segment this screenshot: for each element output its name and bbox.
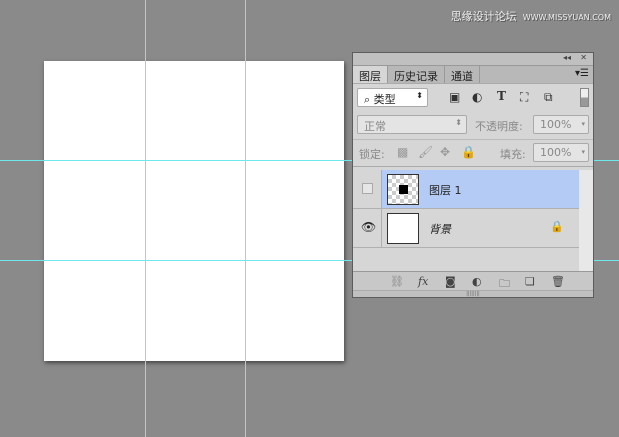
scrollbar[interactable]: [579, 170, 593, 271]
guide-vertical[interactable]: [145, 0, 146, 437]
panel-tabs: 图层 历史记录 通道 ▾☰: [353, 66, 593, 84]
eye-icon: 👁: [361, 220, 377, 234]
lock-all-icon[interactable]: 🔒: [461, 145, 476, 159]
chevron-down-icon[interactable]: ▾: [581, 148, 585, 156]
opacity-label: 不透明度:: [475, 120, 523, 133]
adjustment-filter-icon[interactable]: ◐: [472, 90, 482, 104]
lock-move-icon[interactable]: ✥: [440, 145, 450, 159]
opacity-field[interactable]: 100% ▾: [533, 115, 589, 134]
layer-row-layer1[interactable]: 图层 1: [353, 170, 579, 209]
layer-row-background[interactable]: 👁 背景 🔒: [353, 209, 579, 248]
opacity-value: 100%: [540, 118, 572, 131]
panel-footer: ⛓ fx ◙ ◐ 🗀 ❏ 🗑: [353, 271, 593, 291]
close-icon[interactable]: ✕: [580, 53, 587, 62]
layer-name[interactable]: 图层 1: [429, 182, 462, 198]
text-filter-icon[interactable]: T: [497, 89, 506, 103]
tab-layers[interactable]: 图层: [353, 66, 388, 83]
lock-transparent-icon[interactable]: ▩: [397, 145, 408, 159]
shape-filter-icon[interactable]: ⛶: [520, 90, 528, 105]
lock-paint-icon[interactable]: 🖌: [418, 145, 433, 159]
fx-icon[interactable]: fx: [418, 275, 428, 288]
add-mask-icon[interactable]: ◙: [445, 275, 456, 288]
layer-thumbnail: [387, 174, 419, 205]
visibility-toggle[interactable]: 👁: [353, 209, 382, 247]
panel-header: ◂◂ ✕: [353, 53, 593, 66]
new-layer-icon[interactable]: ❏: [525, 275, 535, 288]
adjustment-layer-icon[interactable]: ◐: [472, 275, 482, 288]
tab-history[interactable]: 历史记录: [388, 66, 445, 83]
lock-icon: 🔒: [550, 220, 564, 233]
layer-thumbnail: [387, 213, 419, 244]
trash-icon[interactable]: 🗑: [551, 275, 565, 288]
chevron-down-icon[interactable]: ▾: [581, 120, 585, 128]
updown-icon: ⬍: [416, 91, 423, 100]
guide-vertical[interactable]: [245, 0, 246, 437]
blend-mode-value: 正常: [364, 120, 386, 133]
panel-menu-icon[interactable]: ▾☰: [575, 68, 589, 79]
watermark-url: WWW.MISSYUAN.COM: [522, 13, 611, 22]
layers-panel: ◂◂ ✕ 图层 历史记录 通道 ▾☰ ⌕ 类型 ⬍ ▣ ◐ T ⛶ ⧉ 正常 ⬍ 不…: [352, 52, 594, 298]
fill-field[interactable]: 100% ▾: [533, 143, 589, 162]
updown-icon: ⬍: [455, 118, 462, 127]
fill-label: 填充:: [500, 148, 526, 161]
visibility-toggle[interactable]: [353, 170, 382, 208]
lock-label: 锁定:: [359, 148, 385, 161]
fill-value: 100%: [540, 146, 572, 159]
canvas-document[interactable]: [44, 61, 344, 361]
filter-type-label: 类型: [373, 93, 396, 106]
link-layers-icon[interactable]: ⛓: [390, 275, 404, 288]
filter-type-select[interactable]: ⌕ 类型 ⬍: [357, 88, 428, 107]
tab-channels[interactable]: 通道: [445, 66, 480, 83]
search-icon: ⌕: [364, 93, 371, 106]
collapse-icon[interactable]: ◂◂: [563, 53, 571, 62]
image-filter-icon[interactable]: ▣: [449, 90, 460, 104]
filter-toggle-switch[interactable]: [580, 88, 589, 107]
blend-mode-select[interactable]: 正常 ⬍: [357, 115, 467, 134]
resize-grip[interactable]: ||||||||: [353, 290, 593, 297]
watermark: 思缘设计论坛 WWW.MISSYUAN.COM: [451, 8, 611, 24]
watermark-cn: 思缘设计论坛: [450, 10, 517, 23]
layer-name[interactable]: 背景: [429, 221, 451, 237]
smart-object-filter-icon[interactable]: ⧉: [544, 90, 553, 105]
